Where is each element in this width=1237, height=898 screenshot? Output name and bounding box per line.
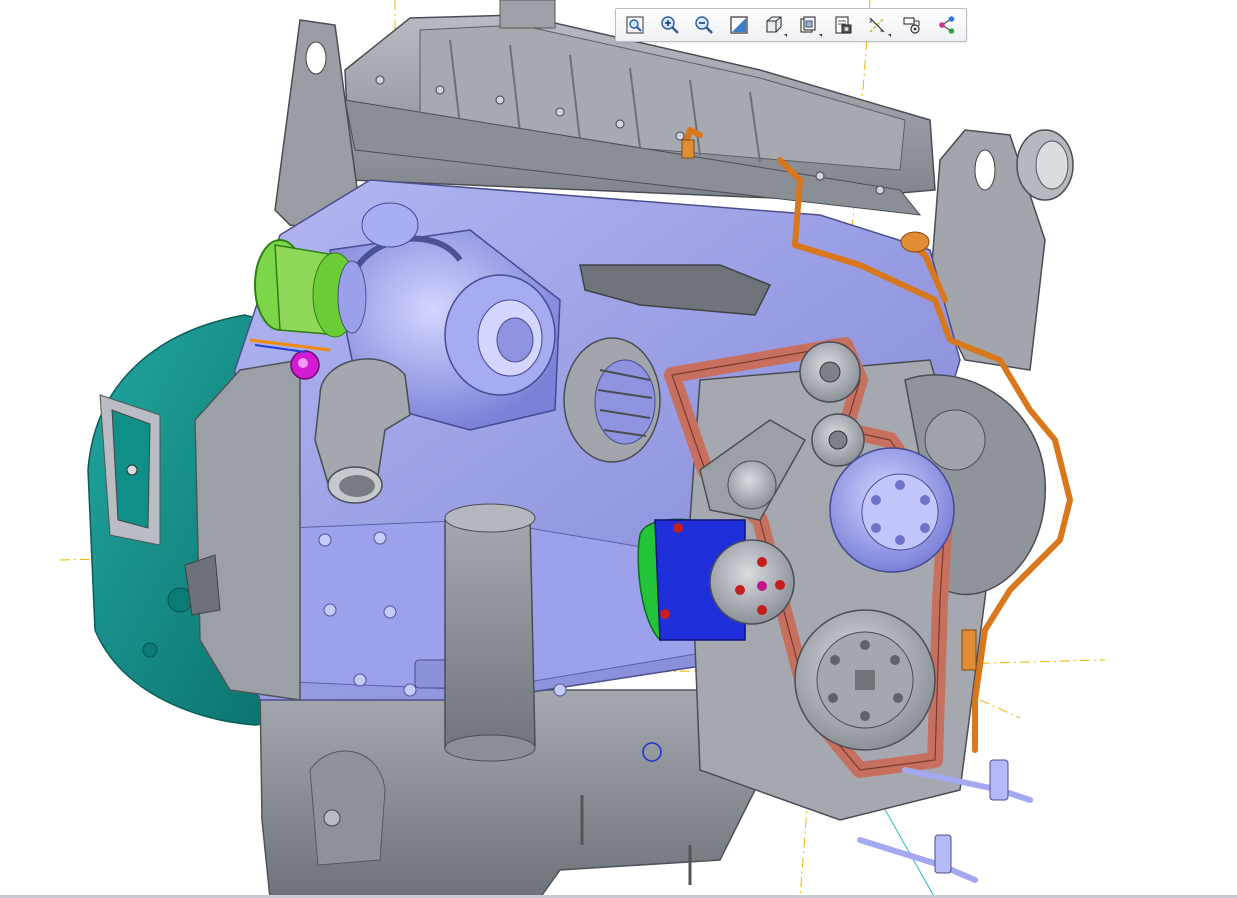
datum-display-filters-button[interactable]: x *	[861, 10, 894, 40]
engine-model-3d[interactable]	[0, 0, 1237, 898]
display-style-button[interactable]	[757, 10, 790, 40]
repaint-icon	[730, 16, 748, 34]
crank-pulley	[794, 609, 936, 751]
display-style-icon	[766, 16, 782, 33]
idler-pulley-top	[799, 341, 861, 403]
saved-orientations-button[interactable]	[792, 10, 825, 40]
zoom-out-icon	[695, 16, 714, 34]
repaint-button[interactable]	[723, 10, 756, 40]
refit-button[interactable]	[619, 10, 652, 40]
datum-display-filters-icon: x*	[869, 17, 885, 35]
spin-center-button[interactable]	[896, 10, 929, 40]
rear-cover	[194, 359, 301, 701]
zoom-in-icon	[661, 16, 679, 34]
oil-filter	[444, 503, 536, 762]
fan-hub	[829, 447, 955, 573]
idler-pulley-mid	[811, 413, 865, 467]
flyout-arrow-icon	[783, 34, 787, 37]
zoom-out-button[interactable]	[688, 10, 721, 40]
flyout-arrow-icon	[887, 34, 891, 37]
view-manager-button[interactable]	[827, 10, 860, 40]
graphics-viewport[interactable]: x *	[0, 0, 1237, 898]
saved-orientations-icon	[800, 16, 816, 33]
flyout-arrow-icon	[818, 34, 822, 37]
svg-text:*: *	[880, 29, 883, 35]
annotation-display-button[interactable]	[930, 10, 963, 40]
refit-icon	[626, 16, 644, 34]
spin-center-icon	[903, 17, 920, 34]
view-manager-icon	[835, 16, 852, 34]
graphics-toolbar: x *	[615, 8, 967, 42]
zoom-in-button[interactable]	[654, 10, 687, 40]
annotation-display-icon	[938, 16, 954, 34]
svg-text:x: x	[869, 18, 873, 25]
